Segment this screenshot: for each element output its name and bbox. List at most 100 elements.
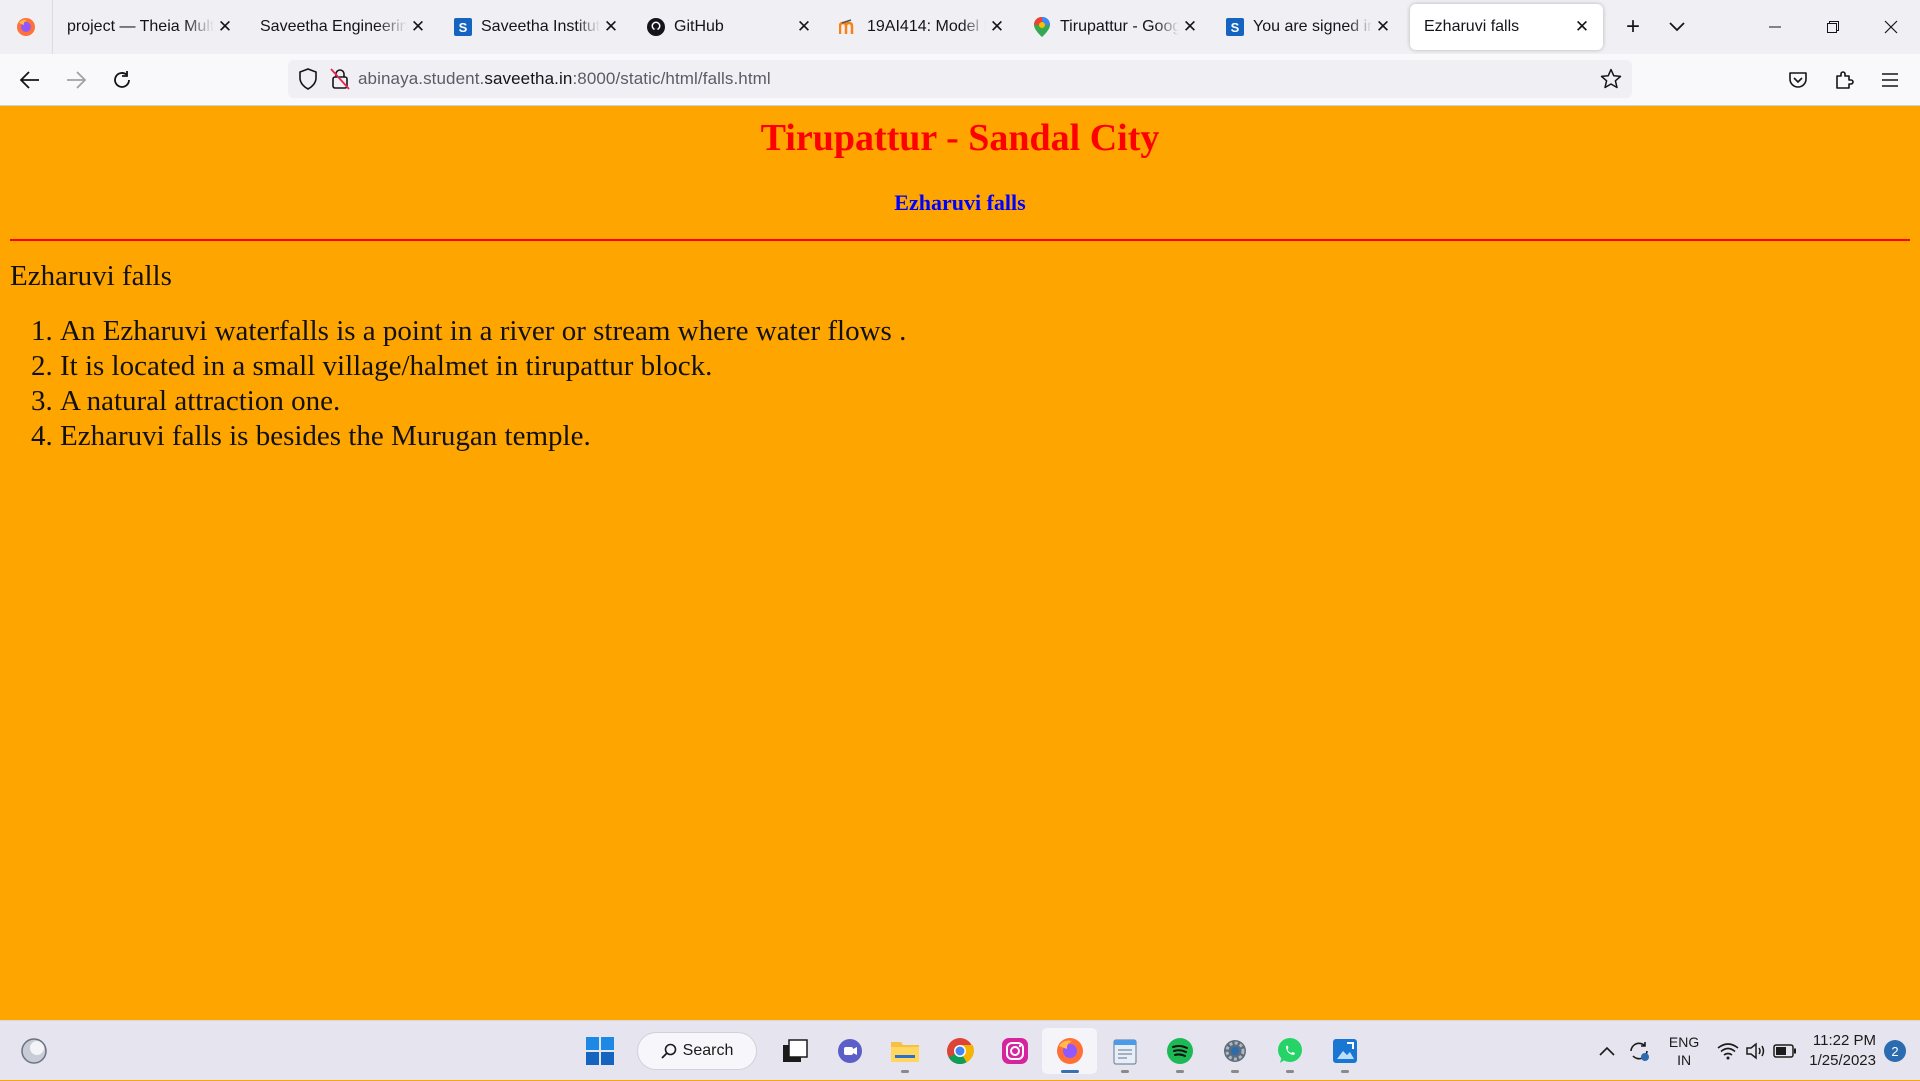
navigation-toolbar: abinaya.student.saveetha.in:8000/static/… [0, 54, 1920, 106]
sync-status-button[interactable] [1627, 1040, 1651, 1062]
web-page-content: Tirupattur - Sandal City Ezharuvi falls … [0, 106, 1920, 1020]
tab-title: project — Theia Multi-Language [67, 18, 214, 35]
close-icon[interactable]: ✕ [407, 16, 429, 38]
tab-saveetha-engineering[interactable]: Saveetha Engineering College ✕ [246, 4, 439, 50]
close-window-button[interactable] [1862, 0, 1920, 54]
back-button[interactable] [8, 60, 52, 100]
chrome-icon [946, 1038, 974, 1065]
task-view-button[interactable] [767, 1028, 822, 1074]
chrome-button[interactable] [932, 1028, 987, 1074]
clock[interactable]: 11:22 PM 1/25/2023 [1809, 1031, 1876, 1071]
close-icon[interactable]: ✕ [600, 16, 622, 38]
instagram-button[interactable] [987, 1028, 1042, 1074]
whatsapp-button[interactable] [1262, 1028, 1317, 1074]
tab-google-maps[interactable]: Tirupattur - Google Maps ✕ [1018, 4, 1211, 50]
taskbar-search[interactable]: Search [637, 1032, 757, 1070]
minimize-icon [1769, 26, 1781, 28]
restore-icon [1827, 21, 1839, 33]
search-label: Search [682, 1042, 734, 1059]
close-icon[interactable]: ✕ [1571, 16, 1593, 38]
url-prefix: abinaya.student. [358, 69, 485, 88]
insecure-lock-icon[interactable] [330, 68, 350, 90]
github-icon [646, 17, 666, 37]
reload-icon [114, 70, 130, 88]
settings-button[interactable] [1207, 1028, 1262, 1074]
close-icon[interactable]: ✕ [214, 16, 236, 38]
minimize-button[interactable] [1746, 0, 1804, 54]
widgets-button[interactable] [20, 1037, 48, 1070]
teams-chat-button[interactable] [822, 1028, 877, 1074]
list-item: An Ezharuvi waterfalls is a point in a r… [60, 314, 906, 349]
file-explorer-button[interactable] [877, 1028, 932, 1074]
close-icon[interactable]: ✕ [1179, 16, 1201, 38]
list-item: Ezharuvi falls is besides the Murugan te… [60, 419, 906, 454]
list-item: It is located in a small village/halmet … [60, 349, 906, 384]
site-subtitle: Ezharuvi falls [894, 190, 1026, 215]
puzzle-icon [1836, 71, 1854, 89]
url-text[interactable]: abinaya.student.saveetha.in:8000/static/… [358, 69, 771, 89]
whatsapp-icon [1277, 1038, 1302, 1063]
firefox-taskbar-button[interactable] [1042, 1028, 1097, 1074]
tab-theia[interactable]: project — Theia Multi-Language ✕ [53, 4, 246, 50]
running-indicator [900, 1070, 909, 1073]
notification-count-badge[interactable]: 2 [1884, 1040, 1906, 1062]
forward-button[interactable] [54, 60, 98, 100]
tab-ezharuvi-falls[interactable]: Ezharuvi falls ✕ [1410, 4, 1603, 50]
restore-button[interactable] [1804, 0, 1862, 54]
facts-list: An Ezharuvi waterfalls is a point in a r… [10, 314, 906, 454]
running-indicator [1230, 1070, 1239, 1073]
running-indicator [1175, 1070, 1184, 1073]
tab-github[interactable]: GitHub ✕ [632, 4, 825, 50]
hamburger-menu-icon [1882, 73, 1898, 87]
tab-signed-in[interactable]: S You are signed in as ✕ [1211, 4, 1404, 50]
notepad-button[interactable] [1097, 1028, 1152, 1074]
gear-icon [1223, 1040, 1246, 1062]
close-icon[interactable]: ✕ [793, 16, 815, 38]
spotify-button[interactable] [1152, 1028, 1207, 1074]
pocket-button[interactable] [1776, 60, 1820, 100]
show-hidden-icons-button[interactable] [1599, 1046, 1615, 1056]
section-heading: Ezharuvi falls [10, 260, 172, 292]
bookmark-star-icon[interactable] [1600, 68, 1622, 90]
photos-editor-button[interactable] [1317, 1028, 1372, 1074]
language-code: ENG [1668, 1034, 1700, 1050]
input-language-indicator[interactable]: ENG IN [1669, 1033, 1699, 1069]
new-tab-button[interactable]: + [1611, 5, 1655, 49]
plus-icon: + [1625, 13, 1640, 40]
tab-title: Tirupattur - Google Maps [1060, 18, 1179, 35]
tab-saveetha-institute[interactable]: S Saveetha Institute of Medical ✕ [439, 4, 632, 50]
maps-pin-icon [1032, 17, 1052, 37]
network-volume-battery-group[interactable] [1717, 1042, 1797, 1060]
arrow-right-icon [67, 70, 86, 89]
teams-chat-icon [837, 1039, 862, 1063]
tab-19ai414[interactable]: 19AI414: Model Practical ✕ [825, 4, 1018, 50]
tab-title: GitHub [674, 18, 724, 35]
weather-icon [21, 1038, 47, 1064]
app-menu-button[interactable] [1868, 60, 1912, 100]
list-item: A natural attraction one. [60, 384, 906, 419]
reload-button[interactable] [100, 60, 144, 100]
shield-icon[interactable] [298, 68, 318, 90]
firefox-icon [1056, 1038, 1083, 1064]
wifi-icon [1717, 1043, 1739, 1060]
close-icon[interactable]: ✕ [986, 16, 1008, 38]
search-icon [661, 1043, 676, 1059]
close-icon[interactable]: ✕ [1372, 16, 1394, 38]
system-tray: ENG IN 11:22 PM 1/25/2023 2 [1593, 1021, 1920, 1081]
spotify-icon [1166, 1038, 1193, 1064]
clock-date: 1/25/2023 [1809, 1052, 1876, 1069]
tab-title: Saveetha Institute of Medical [481, 18, 600, 35]
running-indicator [1060, 1070, 1079, 1073]
windows-taskbar: Search ENG IN 11:22 PM 1/25/2023 2 [0, 1020, 1920, 1080]
firefox-menu-button[interactable] [0, 0, 53, 54]
url-suffix: :8000/static/html/falls.html [572, 69, 771, 88]
task-view-icon [782, 1039, 808, 1062]
extensions-button[interactable] [1822, 60, 1866, 100]
region-code: IN [1677, 1052, 1692, 1068]
windows-logo-icon [585, 1037, 614, 1065]
list-all-tabs-button[interactable] [1655, 5, 1699, 49]
address-bar[interactable]: abinaya.student.saveetha.in:8000/static/… [288, 60, 1632, 98]
tab-title: 19AI414: Model Practical [867, 18, 986, 35]
start-button[interactable] [572, 1028, 627, 1074]
instagram-icon [1001, 1038, 1028, 1064]
